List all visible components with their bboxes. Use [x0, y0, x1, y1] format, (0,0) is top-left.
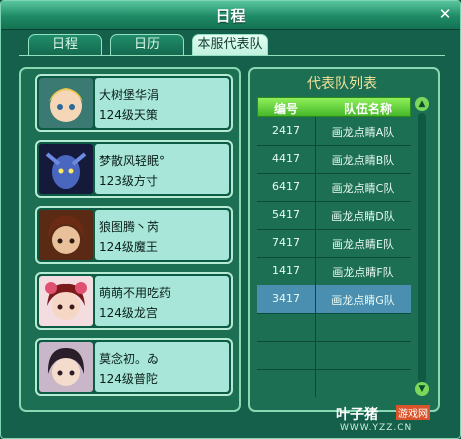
member-level: 124级天策: [99, 108, 158, 122]
row-team: 画龙点睛B队: [331, 154, 395, 167]
watermark-url: WWW.YZZ.CN: [340, 423, 413, 433]
table-row-empty: [257, 313, 411, 342]
table-row[interactable]: 2417 画龙点睛A队: [257, 117, 411, 146]
table-row[interactable]: 6417 画龙点睛C队: [257, 173, 411, 202]
row-team: 画龙点睛G队: [331, 294, 395, 307]
scroll-down-icon[interactable]: ▼: [415, 382, 429, 396]
schedule-window: 日程 ✕ 日程 日历 本服代表队 大树堡华涓 124级天策 梦散风轻眠° 123…: [0, 0, 461, 439]
member-level: 124级魔王: [99, 240, 158, 254]
table-row-empty: [257, 369, 411, 397]
row-number: 7417: [272, 236, 300, 249]
watermark-tag: 游戏网: [396, 405, 430, 420]
team-list-header: 编号 队伍名称: [257, 97, 411, 117]
row-number: 3417: [272, 292, 300, 305]
row-divider: [315, 313, 316, 341]
row-number: 5417: [272, 208, 300, 221]
row-team: 画龙点睛D队: [331, 210, 395, 223]
member-avatar: [39, 78, 93, 128]
scroll-up-icon[interactable]: ▲: [415, 97, 429, 111]
member-name: 狼图腾丶芮: [99, 220, 160, 234]
row-divider: [315, 341, 316, 369]
member-info: 萌萌不用吃药 124级龙宫: [95, 276, 229, 326]
close-icon[interactable]: ✕: [437, 6, 453, 22]
member-card[interactable]: 萌萌不用吃药 124级龙宫: [35, 272, 233, 330]
member-info: 梦散风轻眠° 123级方寸: [95, 144, 229, 194]
member-avatar: [39, 144, 93, 194]
member-card[interactable]: 大树堡华涓 124级天策: [35, 74, 233, 132]
title-bar[interactable]: 日程 ✕: [1, 1, 460, 30]
member-name: 莫念初。ゐ: [99, 352, 160, 366]
table-row[interactable]: 5417 画龙点睛D队: [257, 201, 411, 230]
row-team: 画龙点睛A队: [331, 126, 395, 139]
row-divider: [315, 369, 316, 397]
member-info: 狼图腾丶芮 124级魔王: [95, 210, 229, 260]
table-row[interactable]: 1417 画龙点睛F队: [257, 257, 411, 286]
member-card[interactable]: 梦散风轻眠° 123级方寸: [35, 140, 233, 198]
row-team: 画龙点睛F队: [332, 266, 394, 279]
table-row-selected[interactable]: 3417 画龙点睛G队: [257, 285, 411, 314]
member-card[interactable]: 狼图腾丶芮 124级魔王: [35, 206, 233, 264]
member-avatar: [39, 276, 93, 326]
row-number: 2417: [272, 124, 300, 137]
member-name: 梦散风轻眠°: [99, 154, 166, 168]
watermark-brand: 叶子猪: [336, 407, 378, 423]
member-info: 大树堡华涓 124级天策: [95, 78, 229, 128]
row-team: 画龙点睛E队: [332, 238, 394, 251]
header-team-name: 队伍名称: [344, 102, 393, 116]
tab-schedule[interactable]: 日程: [28, 34, 102, 55]
member-avatar: [39, 210, 93, 260]
member-level: 123级方寸: [99, 174, 158, 188]
scroll-track[interactable]: [418, 113, 426, 383]
team-list: 2417 画龙点睛A队 4417 画龙点睛B队 6417 画龙点睛C队 5417 画龙点…: [257, 117, 411, 403]
row-number: 4417: [272, 152, 300, 165]
table-row[interactable]: 7417 画龙点睛E队: [257, 229, 411, 258]
window-title: 日程: [215, 7, 246, 25]
tab-server-team[interactable]: 本服代表队: [192, 34, 268, 56]
member-avatar: [39, 342, 93, 392]
member-name: 大树堡华涓: [99, 88, 160, 102]
row-number: 6417: [272, 180, 300, 193]
team-list-scrollbar[interactable]: ▲ ▼: [415, 97, 429, 397]
tab-calendar[interactable]: 日历: [110, 34, 184, 55]
table-row-empty: [257, 341, 411, 370]
header-number: 编号: [274, 102, 299, 116]
member-card[interactable]: 莫念初。ゐ 124级普陀: [35, 338, 233, 396]
member-level: 124级龙宫: [99, 306, 158, 320]
tab-divider: [19, 55, 445, 56]
team-list-title: 代表队列表: [307, 76, 377, 92]
member-info: 莫念初。ゐ 124级普陀: [95, 342, 229, 392]
row-team: 画龙点睛C队: [331, 182, 395, 195]
row-number: 1417: [272, 264, 300, 277]
member-level: 124级普陀: [99, 372, 158, 386]
table-row[interactable]: 4417 画龙点睛B队: [257, 145, 411, 174]
member-name: 萌萌不用吃药: [99, 286, 172, 300]
watermark-logo: 叶子猪 游戏网 WWW.YZZ.CN: [336, 404, 454, 436]
